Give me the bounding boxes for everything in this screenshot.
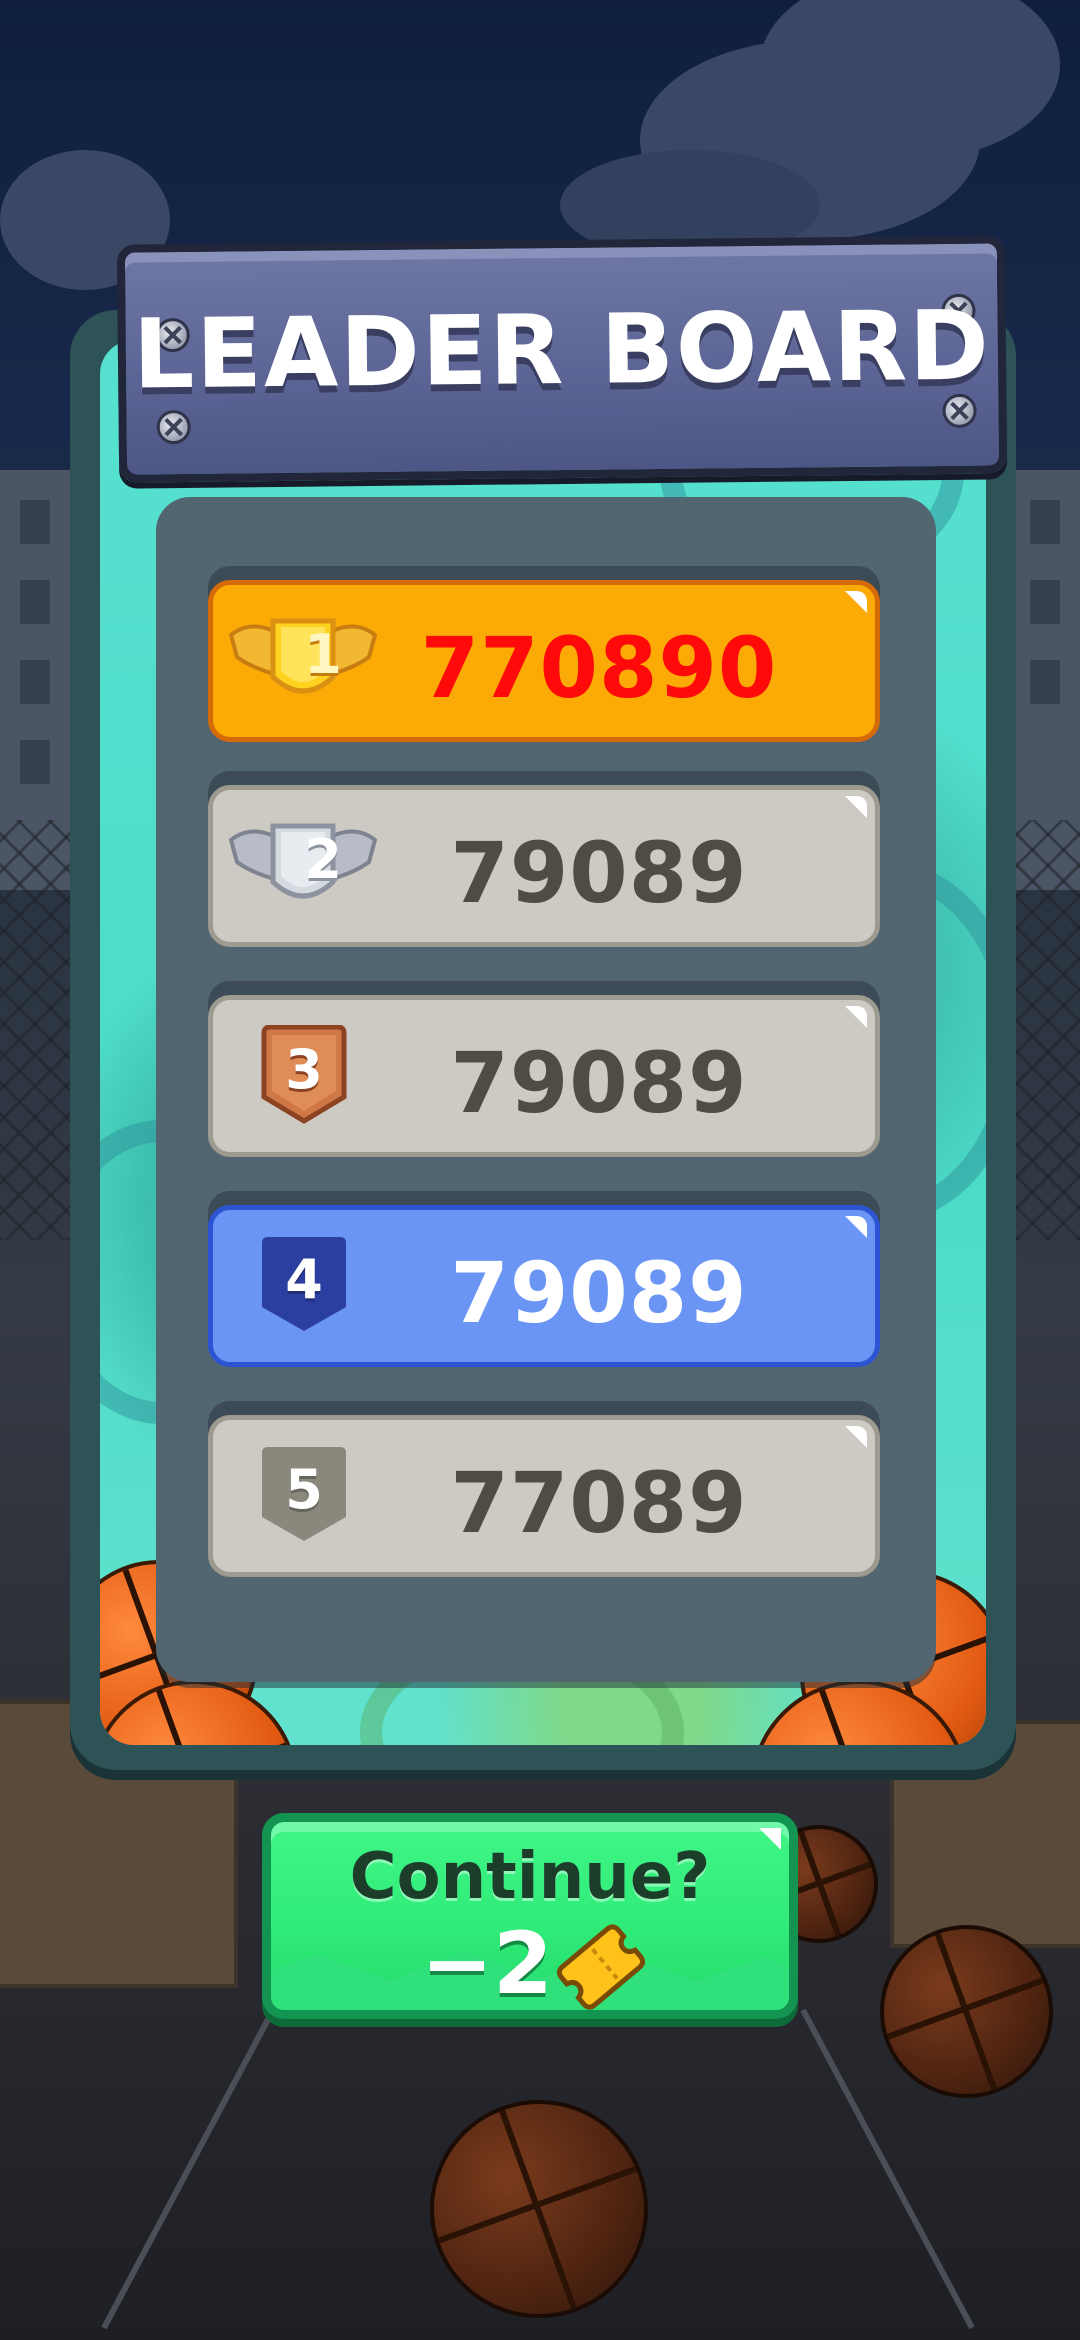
score-value: 770890 (420, 619, 778, 717)
continue-label: Continue? (349, 1840, 711, 1914)
page-title: LEADER BOARD (132, 289, 992, 411)
screw-icon (156, 409, 191, 445)
ticket-icon (556, 1924, 646, 2010)
score-value: 79089 (450, 1034, 748, 1132)
continue-cost: −2 (421, 1914, 553, 2014)
leaderboard-row-1: 1 770890 (208, 580, 880, 742)
leaderboard-row-5: 5 77089 (208, 1415, 880, 1577)
leaderboard-row-2: 2 79089 (208, 785, 880, 947)
game-screen: LEADER BOARD 1 770890 2 79089 3 79089 4 … (0, 0, 1080, 2340)
score-value: 79089 (450, 1244, 748, 1342)
score-value: 77089 (450, 1454, 748, 1552)
leaderboard-row-3: 3 79089 (208, 995, 880, 1157)
score-value: 79089 (450, 824, 748, 922)
continue-button[interactable]: Continue? −2 (262, 1813, 798, 2019)
leaderboard-row-4: 4 79089 (208, 1205, 880, 1367)
title-plate: LEADER BOARD (116, 235, 1008, 483)
